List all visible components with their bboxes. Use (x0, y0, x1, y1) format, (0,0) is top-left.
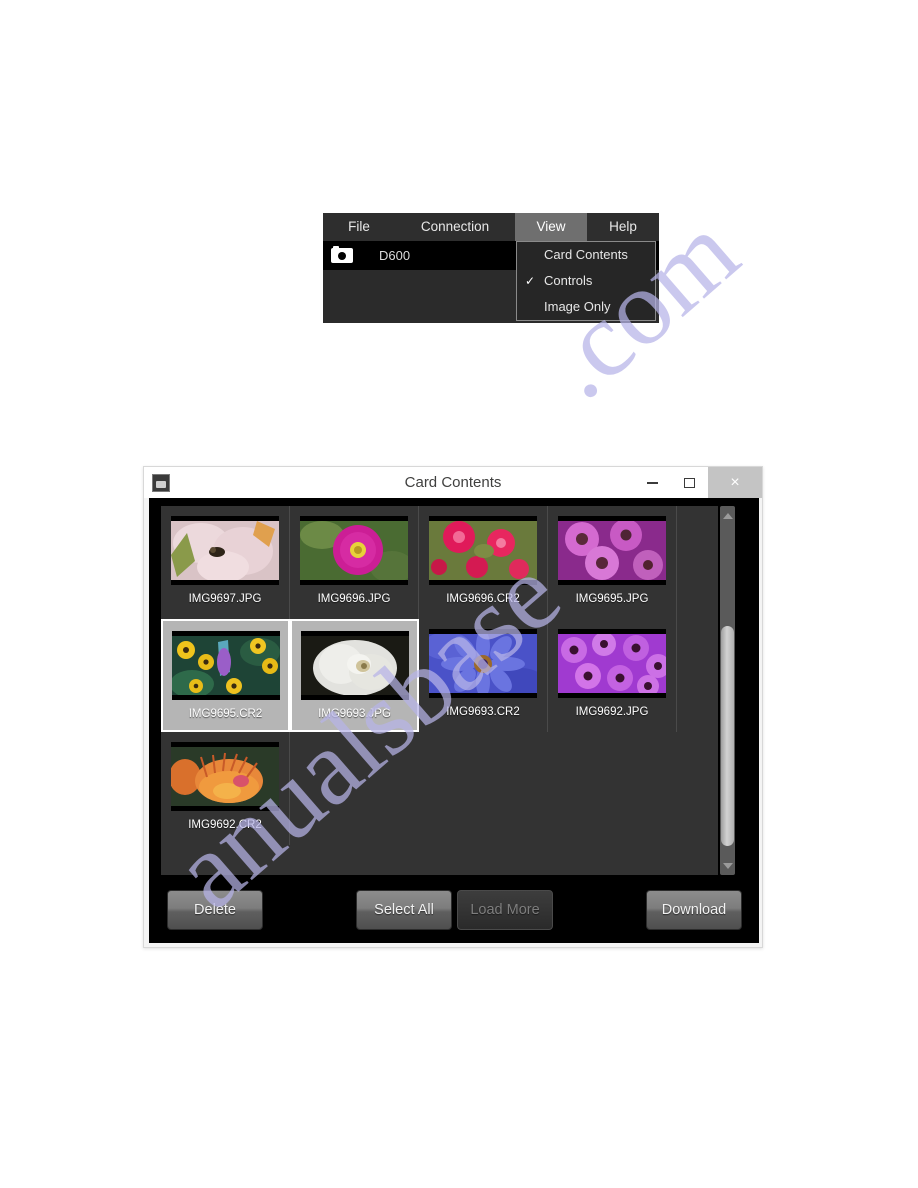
grid-scrollbar[interactable] (718, 506, 737, 875)
dropdown-label-image-only: Image Only (544, 299, 611, 314)
menu-item-view[interactable]: View (515, 213, 587, 241)
download-button[interactable]: Download (646, 890, 742, 930)
dropdown-item-controls[interactable]: ✓ Controls (517, 268, 655, 294)
list-item[interactable]: IMG9696.JPG (290, 506, 419, 619)
photo-flower-magenta-pom (300, 521, 408, 580)
scroll-down-arrow-icon[interactable] (720, 858, 735, 873)
scroll-up-arrow-icon[interactable] (720, 508, 735, 523)
minimize-button[interactable] (634, 467, 671, 498)
app-camera-icon (152, 473, 170, 492)
menu-bar: File Connection View Help (323, 213, 659, 241)
card-contents-window: Card Contents × IMG9697.JPG IMG9696.JPG … (143, 466, 763, 948)
list-item-label: IMG9692.JPG (575, 706, 649, 718)
dropdown-item-card-contents[interactable]: Card Contents (517, 242, 655, 268)
list-item-label: IMG9693.JPG (318, 708, 391, 720)
row-filler (290, 732, 718, 845)
close-button[interactable]: × (708, 467, 762, 498)
table-row: IMG9695.CR2 IMG9693.JPG IMG9693.CR2 IMG9… (161, 619, 718, 732)
thumbnail-image (300, 516, 408, 585)
thumbnail-image (300, 631, 409, 700)
photo-flower-white-rose (300, 636, 409, 695)
list-item[interactable]: IMG9693.CR2 (419, 619, 548, 732)
thumbnail-image (429, 516, 537, 585)
load-more-button[interactable]: Load More (457, 890, 553, 930)
menu-item-connection[interactable]: Connection (395, 213, 515, 241)
list-item-label: IMG9697.JPG (188, 593, 262, 605)
list-item-label: IMG9693.CR2 (446, 706, 520, 718)
list-item[interactable]: IMG9695.JPG (548, 506, 677, 619)
menu-item-file[interactable]: File (323, 213, 395, 241)
menu-figure: File Connection View Help D600 Card Cont… (323, 213, 659, 323)
list-item[interactable]: IMG9692.JPG (548, 619, 677, 732)
photo-flower-orange-protea (171, 747, 279, 806)
thumbnail-image (171, 742, 279, 811)
photo-flower-blue-daisy (429, 634, 537, 693)
list-item-label: IMG9695.CR2 (188, 708, 263, 720)
list-item[interactable]: IMG9695.CR2 (161, 619, 290, 732)
camera-icon (331, 245, 353, 263)
window-title-bar: Card Contents × (144, 467, 762, 498)
photo-flower-red-cluster (429, 521, 537, 580)
list-item[interactable]: IMG9697.JPG (161, 506, 290, 619)
row-filler (677, 619, 718, 732)
dropdown-label-card-contents: Card Contents (544, 247, 628, 262)
list-item[interactable]: IMG9696.CR2 (419, 506, 548, 619)
check-icon: ✓ (525, 274, 536, 288)
table-row: IMG9692.CR2 (161, 732, 718, 845)
device-name: D600 (379, 248, 411, 263)
list-item[interactable]: IMG9693.JPG (290, 619, 419, 732)
row-filler (677, 506, 718, 619)
thumbnail-image (558, 629, 666, 698)
photo-flower-purple-daisies (558, 521, 666, 580)
thumbnail-image (171, 631, 280, 700)
thumbnail-image (171, 516, 279, 585)
maximize-button[interactable] (671, 467, 708, 498)
dropdown-label-controls: Controls (544, 273, 593, 288)
delete-button[interactable]: Delete (167, 890, 263, 930)
thumbnail-image (558, 516, 666, 585)
window-body: IMG9697.JPG IMG9696.JPG IMG9696.CR2 IMG9… (149, 498, 759, 943)
view-dropdown-menu: Card Contents ✓ Controls Image Only (516, 241, 656, 321)
scrollbar-thumb[interactable] (721, 626, 734, 846)
list-item-label: IMG9692.CR2 (188, 819, 262, 831)
select-all-button[interactable]: Select All (356, 890, 452, 930)
window-controls: × (634, 467, 762, 498)
list-item-label: IMG9696.JPG (317, 593, 391, 605)
list-item-label: IMG9696.CR2 (446, 593, 520, 605)
thumbnail-rows: IMG9697.JPG IMG9696.JPG IMG9696.CR2 IMG9… (161, 506, 718, 845)
dropdown-item-image-only[interactable]: Image Only (517, 294, 655, 320)
thumbnail-image (429, 629, 537, 698)
table-row: IMG9697.JPG IMG9696.JPG IMG9696.CR2 IMG9… (161, 506, 718, 619)
thumbnail-grid-area: IMG9697.JPG IMG9696.JPG IMG9696.CR2 IMG9… (161, 506, 737, 875)
list-item-label: IMG9695.JPG (575, 593, 649, 605)
action-button-bar: Delete Select All Load More Download (149, 875, 759, 943)
list-item[interactable]: IMG9692.CR2 (161, 732, 290, 845)
photo-flower-violet-cluster (558, 634, 666, 693)
photo-flower-yellow-field (171, 636, 280, 695)
menu-item-help[interactable]: Help (587, 213, 659, 241)
thumbnail-grid: IMG9697.JPG IMG9696.JPG IMG9696.CR2 IMG9… (161, 506, 718, 875)
photo-flower-pink-bee (171, 521, 279, 580)
